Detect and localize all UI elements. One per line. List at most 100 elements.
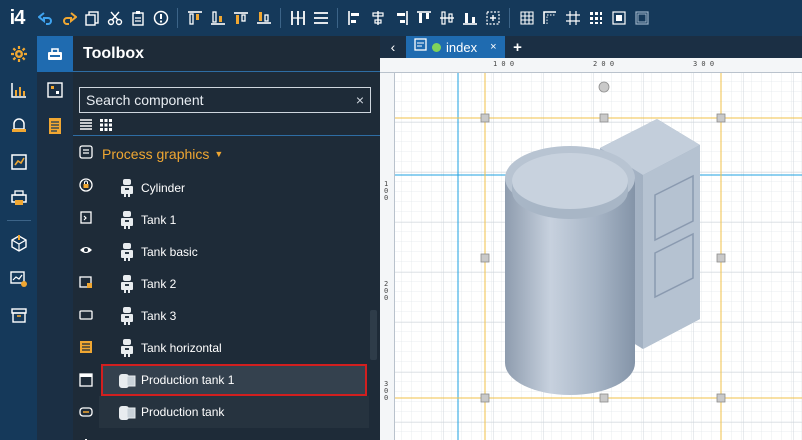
ruler-top-label: 1 0 0 bbox=[493, 60, 515, 68]
status-dot bbox=[432, 42, 441, 52]
robot-icon bbox=[117, 242, 137, 262]
components-icon[interactable] bbox=[37, 72, 73, 108]
page-icon bbox=[414, 38, 427, 56]
list-item-tank-basic[interactable]: Tank basic bbox=[99, 236, 369, 268]
align-top-icon[interactable] bbox=[186, 10, 203, 27]
settings-icon[interactable] bbox=[0, 36, 37, 72]
align-group-icon[interactable] bbox=[484, 10, 501, 27]
lock-category-icon[interactable] bbox=[73, 169, 99, 202]
cut-icon[interactable] bbox=[106, 10, 123, 27]
paste-icon[interactable] bbox=[129, 10, 146, 27]
printer-icon[interactable] bbox=[0, 180, 37, 216]
list-item-tank-1[interactable]: Tank 1 bbox=[99, 204, 369, 236]
search-input[interactable]: Search component × bbox=[79, 87, 371, 113]
production-tank-icon bbox=[117, 402, 137, 422]
list-item-tank-2[interactable]: Tank 2 bbox=[99, 268, 369, 300]
report-icon[interactable] bbox=[0, 144, 37, 180]
align-middle-top-icon[interactable] bbox=[232, 10, 249, 27]
alarm-icon[interactable] bbox=[0, 108, 37, 144]
list-item-cylinder[interactable]: Cylinder bbox=[99, 172, 369, 204]
package-icon[interactable] bbox=[0, 225, 37, 261]
robot-icon bbox=[117, 274, 137, 294]
badge-category-icon[interactable] bbox=[73, 396, 99, 429]
snap-icon[interactable] bbox=[541, 10, 558, 27]
document-tabbar: ‹ index × + bbox=[380, 36, 802, 58]
undo-icon[interactable] bbox=[37, 10, 54, 27]
redo-icon[interactable] bbox=[60, 10, 77, 27]
toolbox-panel: Toolbox Search component × Process graph… bbox=[73, 36, 380, 440]
document-icon[interactable] bbox=[37, 108, 73, 144]
tab-label: index bbox=[446, 39, 478, 55]
gear-category-icon[interactable] bbox=[73, 429, 99, 440]
ruler-left: 1 0 0 2 0 0 3 0 0 bbox=[380, 73, 395, 440]
list-category-icon[interactable] bbox=[73, 136, 99, 169]
toolbar-separator bbox=[509, 8, 510, 28]
align-right-icon[interactable] bbox=[392, 10, 409, 27]
book-category-icon[interactable] bbox=[73, 266, 99, 299]
align-bottom-edge-icon[interactable] bbox=[461, 10, 478, 27]
display-category-icon[interactable] bbox=[73, 299, 99, 332]
list-item-production-tank-1[interactable]: Production tank 1 bbox=[101, 364, 367, 396]
grid-icon[interactable] bbox=[518, 10, 535, 27]
distribute-horizontal-icon[interactable] bbox=[289, 10, 306, 27]
table-category-icon[interactable] bbox=[73, 331, 99, 364]
toolbar-separator bbox=[177, 8, 178, 28]
trend-settings-icon[interactable] bbox=[0, 261, 37, 297]
toolbox-title: Toolbox bbox=[73, 36, 380, 72]
item-label: Cylinder bbox=[141, 181, 186, 195]
guides-icon[interactable] bbox=[610, 10, 627, 27]
list-item-tank-horizontal[interactable]: Tank horizontal bbox=[99, 332, 369, 364]
tab-index[interactable]: index × bbox=[406, 36, 505, 58]
production-tank-icon bbox=[117, 370, 137, 390]
item-label: Production tank bbox=[141, 405, 225, 419]
ruler-top-label: 2 0 0 bbox=[593, 60, 615, 68]
copy-icon[interactable] bbox=[83, 10, 100, 27]
add-tab-button[interactable]: + bbox=[505, 36, 531, 58]
component-list: Process graphics ▼ Cylinder Tank 1 Tank … bbox=[99, 136, 369, 440]
item-label: Tank 3 bbox=[141, 309, 177, 323]
top-toolbar: i4 bbox=[0, 0, 802, 36]
design-canvas[interactable]: 1 0 0 2 0 0 3 0 0 1 0 0 2 0 0 3 0 0 bbox=[380, 58, 802, 440]
align-bottom-icon[interactable] bbox=[209, 10, 226, 27]
script-category-icon[interactable] bbox=[73, 201, 99, 234]
search-value: Search component bbox=[86, 92, 204, 108]
ruler-left-label: 3 0 0 bbox=[384, 380, 389, 402]
toolbox-scrollbar[interactable] bbox=[369, 136, 378, 440]
distribute-vertical-icon[interactable] bbox=[312, 10, 329, 27]
toolbox-icon[interactable] bbox=[37, 36, 73, 72]
list-item-tank-3[interactable]: Tank 3 bbox=[99, 300, 369, 332]
item-label: Tank basic bbox=[141, 245, 198, 259]
ruler-top-label: 3 0 0 bbox=[693, 60, 715, 68]
align-left-icon[interactable] bbox=[346, 10, 363, 27]
panel-tabs-rail bbox=[37, 36, 73, 440]
chart-icon[interactable] bbox=[0, 72, 37, 108]
archive-icon[interactable] bbox=[0, 297, 37, 333]
align-center-icon[interactable] bbox=[369, 10, 386, 27]
item-label: Tank 2 bbox=[141, 277, 177, 291]
category-process-graphics[interactable]: Process graphics ▼ bbox=[99, 136, 369, 172]
rotate-handle bbox=[598, 81, 610, 93]
align-top-edge-icon[interactable] bbox=[415, 10, 432, 27]
clear-search-icon[interactable]: × bbox=[356, 92, 364, 108]
tab-back-button[interactable]: ‹ bbox=[380, 36, 406, 58]
align-center-edge-icon[interactable] bbox=[438, 10, 455, 27]
ruler-left-label: 1 0 0 bbox=[384, 180, 389, 202]
delete-icon[interactable] bbox=[152, 10, 169, 27]
canvas-grid bbox=[395, 73, 802, 440]
robot-icon bbox=[117, 178, 137, 198]
toolbar-separator bbox=[280, 8, 281, 28]
toolbox-category-rail bbox=[73, 136, 99, 440]
frame-icon[interactable] bbox=[633, 10, 650, 27]
window-category-icon[interactable] bbox=[73, 364, 99, 397]
scrollbar-thumb[interactable] bbox=[370, 310, 377, 360]
eye-category-icon[interactable] bbox=[73, 234, 99, 267]
robot-icon bbox=[117, 306, 137, 326]
ruler-left-label: 2 0 0 bbox=[384, 280, 389, 302]
align-middle-bottom-icon[interactable] bbox=[255, 10, 272, 27]
close-icon[interactable]: × bbox=[490, 41, 496, 53]
list-item-production-tank[interactable]: Production tank bbox=[99, 396, 369, 428]
grid-dots-icon[interactable] bbox=[587, 10, 604, 27]
grid-lines-icon[interactable] bbox=[564, 10, 581, 27]
rail-separator bbox=[6, 220, 31, 221]
item-label: Production tank 1 bbox=[141, 373, 235, 387]
